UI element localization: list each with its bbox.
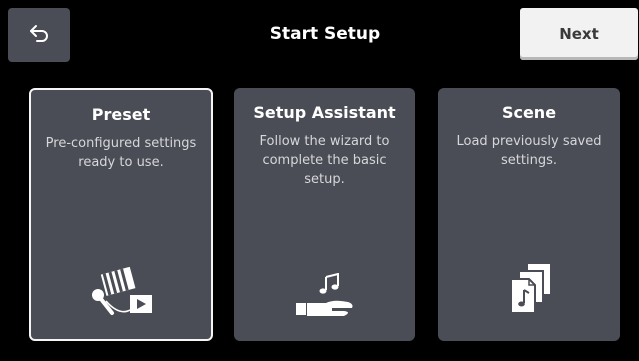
preset-card-title: Preset (91, 105, 151, 124)
start-setup-screen: Start Setup Next Preset Pre-configured s… (0, 0, 639, 361)
setup-assistant-card[interactable]: Setup Assistant Follow the wizard to com… (234, 88, 415, 341)
setup-assistant-card-description: Follow the wizard to complete the basic … (259, 134, 390, 187)
scene-card-description: Load previously saved settings. (456, 134, 602, 168)
next-button[interactable]: Next (520, 8, 638, 60)
back-button[interactable] (8, 8, 70, 62)
mic-keyboard-video-icon (86, 265, 156, 325)
setup-assistant-card-title: Setup Assistant (253, 103, 396, 122)
scene-card[interactable]: Scene Load previously saved settings. (438, 88, 620, 341)
preset-card-description: Pre-configured settings ready to use. (45, 136, 197, 170)
stacked-documents-icon (499, 261, 559, 327)
page-title: Start Setup (269, 24, 381, 44)
back-arrow-icon (28, 23, 50, 47)
preset-card[interactable]: Preset Pre-configured settings ready to … (29, 88, 213, 341)
hand-music-note-icon (292, 272, 358, 327)
scene-card-title: Scene (501, 103, 557, 122)
